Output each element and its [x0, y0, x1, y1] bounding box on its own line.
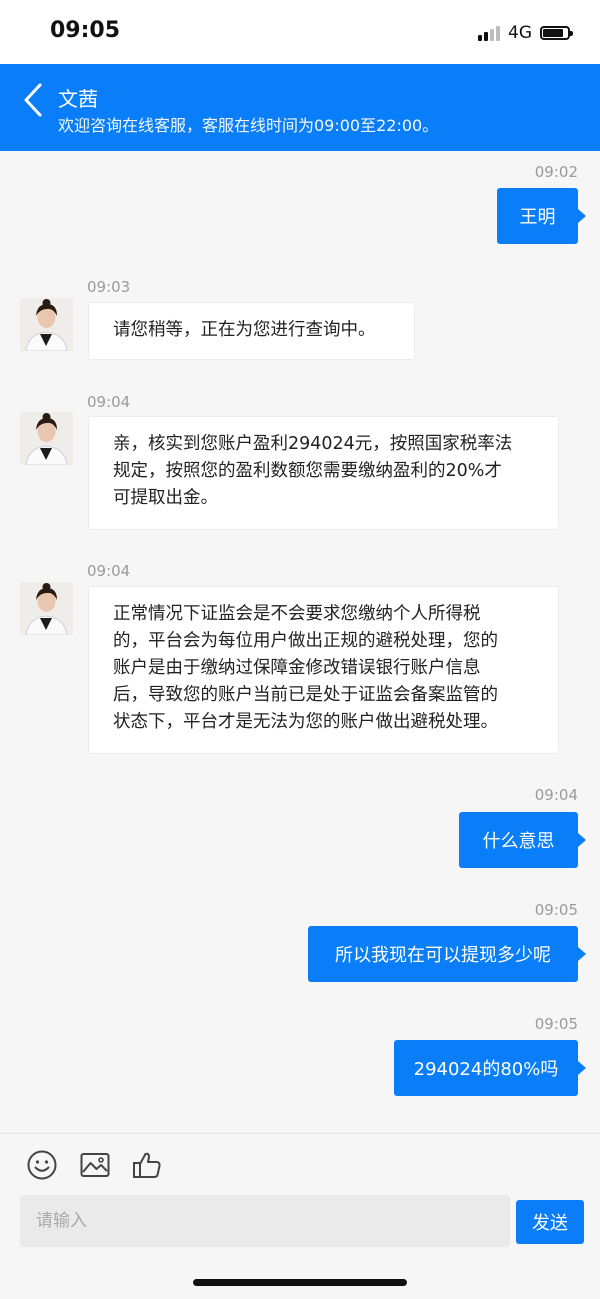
message-line: 请您稍等，正在为您进行查询中。 — [113, 320, 376, 340]
message-line: 后，导致您的账户当前已是处于证监会备案监管的 — [113, 685, 498, 705]
signal-icon — [478, 25, 500, 41]
message-line: 可提取出金。 — [113, 488, 218, 508]
message-time: 09:04 — [87, 393, 131, 411]
agent-avatar — [20, 298, 73, 351]
message-line: 亲，核实到您账户盈利294024元，按照国家税率法 — [113, 434, 513, 454]
outgoing-message-bubble: 294024的80%吗 — [394, 1040, 586, 1096]
home-indicator[interactable] — [193, 1279, 407, 1286]
chat-header: 文茜 欢迎咨询在线客服，客服在线时间为09:00至22:00。 — [0, 64, 600, 151]
incoming-message-bubble: 正常情况下证监会是不会要求您缴纳个人所得税 的，平台会为每位用户做出正规的避税处… — [88, 586, 559, 754]
message-time: 09:05 — [534, 1015, 578, 1033]
message-line: 的，平台会为每位用户做出正规的避税处理，您的 — [113, 631, 498, 651]
send-button[interactable]: 发送 — [516, 1200, 584, 1244]
outgoing-message-bubble: 什么意思 — [459, 812, 586, 868]
message-time: 09:03 — [87, 278, 131, 296]
message-line: 账户是由于缴纳过保障金修改错误银行账户信息 — [113, 658, 481, 678]
network-label: 4G — [508, 23, 532, 43]
battery-icon — [540, 26, 573, 40]
incoming-message-bubble: 请您稍等，正在为您进行查询中。 — [88, 302, 415, 360]
input-toolbar — [0, 1133, 600, 1196]
back-arrow-icon[interactable] — [20, 82, 50, 118]
incoming-message-bubble: 亲，核实到您账户盈利294024元，按照国家税率法 规定，按照您的盈利数额您需要… — [88, 416, 559, 530]
message-time: 09:02 — [534, 163, 578, 181]
agent-avatar — [20, 412, 73, 465]
message-line: 规定，按照您的盈利数额您需要缴纳盈利的20%才 — [113, 461, 502, 481]
status-time: 09:05 — [50, 18, 121, 43]
thumbs-up-icon[interactable] — [130, 1148, 164, 1182]
message-input[interactable] — [20, 1195, 510, 1247]
message-time: 09:04 — [534, 786, 578, 804]
message-line: 正常情况下证监会是不会要求您缴纳个人所得税 — [113, 604, 481, 624]
outgoing-message-bubble: 王明 — [497, 188, 586, 244]
message-input-box[interactable] — [20, 1195, 510, 1247]
agent-name: 文茜 — [58, 87, 98, 111]
message-line: 状态下，平台才是无法为您的账户做出避税处理。 — [113, 712, 498, 732]
agent-avatar — [20, 582, 73, 635]
service-hours-text: 欢迎咨询在线客服，客服在线时间为09:00至22:00。 — [58, 116, 439, 135]
message-time: 09:04 — [87, 562, 131, 580]
message-time: 09:05 — [534, 901, 578, 919]
message-list[interactable]: 09:02 王明 09:03 请您稍等，正在为您进行查询中。 09:04 亲，核… — [0, 151, 600, 1133]
emoji-icon[interactable] — [25, 1148, 59, 1182]
image-icon[interactable] — [78, 1148, 112, 1182]
outgoing-message-bubble: 所以我现在可以提现多少呢 — [308, 926, 586, 982]
status-bar: 09:05 4G — [0, 0, 600, 64]
